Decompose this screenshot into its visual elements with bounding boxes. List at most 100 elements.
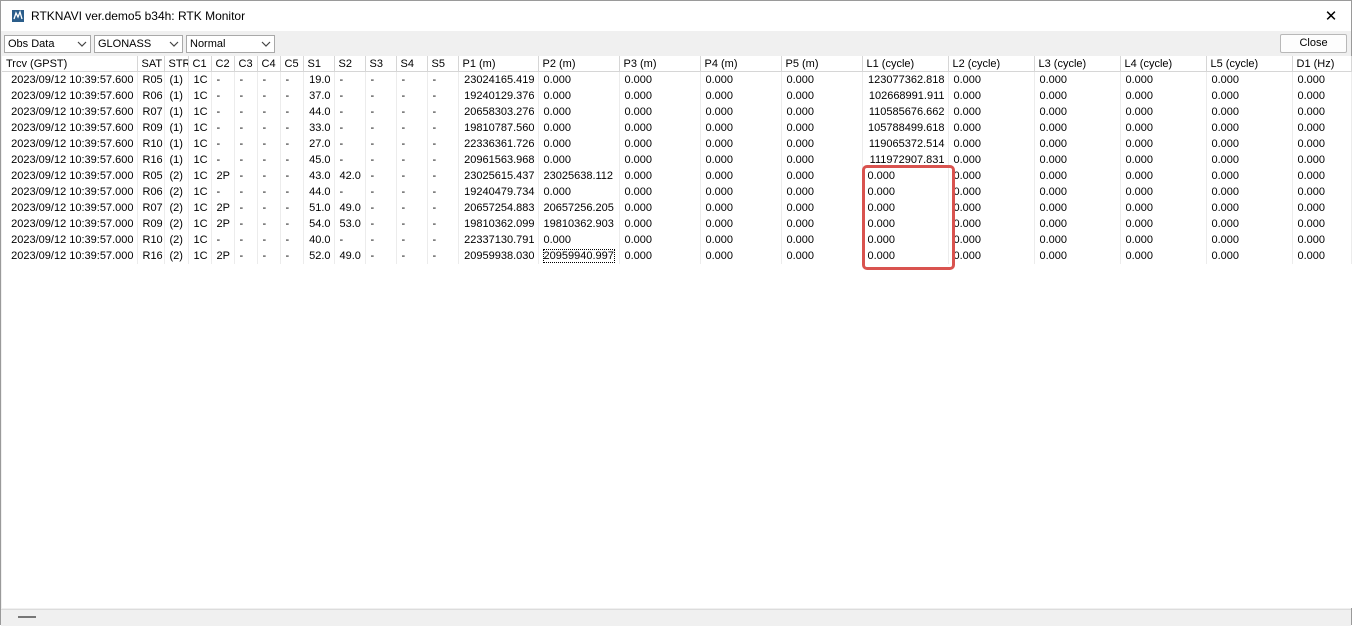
- column-header[interactable]: S2: [334, 56, 366, 72]
- table-cell: 23025615.437: [458, 168, 539, 184]
- table-cell: 0.000: [1292, 232, 1352, 248]
- table-cell: -: [280, 71, 304, 88]
- table-cell: -: [257, 200, 281, 216]
- table-cell: -: [365, 216, 397, 232]
- table-row[interactable]: 2023/09/12 10:39:57.600 R09 (1) 1C - - - -33.0-…: [2, 120, 1352, 136]
- table-cell: -: [427, 104, 459, 120]
- table-cell: 0.000: [1292, 216, 1352, 232]
- table-cell: 0.000: [1206, 88, 1293, 104]
- table-row[interactable]: 2023/09/12 10:39:57.600 R16 (1) 1C - - - -45.0-…: [2, 152, 1352, 168]
- table-cell: -: [257, 248, 281, 264]
- table-cell: 20961563.968: [458, 152, 539, 168]
- table-cell: 44.0: [303, 104, 335, 120]
- table-cell: 0.000: [948, 248, 1035, 264]
- table-cell: (1): [164, 88, 189, 104]
- column-header[interactable]: C5: [280, 56, 304, 72]
- column-header[interactable]: S5: [427, 56, 459, 72]
- table-cell: 0.000: [948, 200, 1035, 216]
- column-header[interactable]: L1 (cycle): [862, 56, 949, 72]
- table-cell: -: [280, 200, 304, 216]
- table-cell: 0.000: [1034, 232, 1121, 248]
- table-row[interactable]: 2023/09/12 10:39:57.000 R09 (2) 1C 2P - - -54.0…: [2, 216, 1352, 232]
- table-cell: 0.000: [700, 184, 782, 200]
- table-row[interactable]: 2023/09/12 10:39:57.000 R06 (2) 1C - - - -44.0-…: [2, 184, 1352, 200]
- table-cell: -: [427, 200, 459, 216]
- table-cell: 40.0: [303, 232, 335, 248]
- table-cell: 0.000: [1034, 88, 1121, 104]
- table-row[interactable]: 2023/09/12 10:39:57.000 R10 (2) 1C - - - -40.0-…: [2, 232, 1352, 248]
- table-cell: 2023/09/12 10:39:57.600: [2, 152, 138, 168]
- table-cell: -: [427, 248, 459, 264]
- column-header[interactable]: L4 (cycle): [1120, 56, 1207, 72]
- table-row[interactable]: 2023/09/12 10:39:57.600 R06 (1) 1C - - - -37.0-…: [2, 88, 1352, 104]
- column-header[interactable]: P4 (m): [700, 56, 782, 72]
- column-header[interactable]: L3 (cycle): [1034, 56, 1121, 72]
- table-cell: 0.000: [1206, 152, 1293, 168]
- table-cell: 0.000: [1206, 184, 1293, 200]
- table-cell: 0.000: [538, 152, 620, 168]
- table-row[interactable]: 2023/09/12 10:39:57.600 R07 (1) 1C - - - -44.0-…: [2, 104, 1352, 120]
- display-mode-select[interactable]: Normal: [186, 35, 275, 53]
- table-cell: R06: [137, 88, 165, 104]
- table-cell: -: [280, 88, 304, 104]
- table-cell: 0.000: [538, 136, 620, 152]
- table-cell: -: [396, 120, 428, 136]
- table-cell: -: [257, 168, 281, 184]
- display-mode-select-value: Normal: [190, 38, 226, 50]
- close-button[interactable]: Close: [1280, 34, 1347, 53]
- table-cell: (2): [164, 248, 189, 264]
- table-row[interactable]: 2023/09/12 10:39:57.600 R05 (1) 1C - - - -19.0-…: [2, 71, 1352, 88]
- column-header[interactable]: P3 (m): [619, 56, 701, 72]
- column-header[interactable]: STR: [164, 56, 189, 72]
- column-header[interactable]: C1: [188, 56, 212, 72]
- title-bar[interactable]: RTKNAVI ver.demo5 b34h: RTK Monitor ✕: [1, 1, 1351, 31]
- window-close-icon[interactable]: ✕: [1317, 4, 1345, 28]
- toolbar: Obs Data GLONASS Normal Close: [1, 32, 1351, 56]
- column-header[interactable]: C4: [257, 56, 281, 72]
- table-cell: -: [365, 200, 397, 216]
- table-cell: 0.000: [1292, 136, 1352, 152]
- table-cell: 0.000: [538, 232, 620, 248]
- table-row[interactable]: 2023/09/12 10:39:57.000 R07 (2) 1C 2P - - -51.0…: [2, 200, 1352, 216]
- table-cell: 0.000: [538, 184, 620, 200]
- table-cell: -: [365, 184, 397, 200]
- rtk-monitor-window: RTKNAVI ver.demo5 b34h: RTK Monitor ✕ Ob…: [0, 0, 1352, 626]
- table-cell: 0.000: [700, 88, 782, 104]
- table-cell: 0.000: [1120, 184, 1207, 200]
- column-header[interactable]: P1 (m): [458, 56, 539, 72]
- table-cell: -: [365, 232, 397, 248]
- satellite-system-select[interactable]: GLONASS: [94, 35, 183, 53]
- column-header[interactable]: C3: [234, 56, 258, 72]
- table-row[interactable]: 2023/09/12 10:39:57.600 R10 (1) 1C - - - -27.0-…: [2, 136, 1352, 152]
- column-header[interactable]: P2 (m): [538, 56, 620, 72]
- table-cell: 0.000: [538, 71, 620, 88]
- table-cell: 0.000: [700, 200, 782, 216]
- column-header[interactable]: S3: [365, 56, 397, 72]
- column-header[interactable]: S4: [396, 56, 428, 72]
- table-row[interactable]: 2023/09/12 10:39:57.000 R05 (2) 1C 2P - - -43.0…: [2, 168, 1352, 184]
- observation-data-grid[interactable]: Trcv (GPST)SATSTRC1C2C3C4C5S1S2S3S4S5P1 …: [2, 56, 1352, 608]
- column-header[interactable]: P5 (m): [781, 56, 863, 72]
- column-header[interactable]: Trcv (GPST): [2, 56, 138, 72]
- column-header[interactable]: C2: [211, 56, 235, 72]
- table-cell: 33.0: [303, 120, 335, 136]
- table-cell: 1C: [188, 88, 212, 104]
- table-cell: -: [280, 184, 304, 200]
- table-cell: 2P: [211, 216, 235, 232]
- table-cell: 0.000: [948, 88, 1035, 104]
- table-cell: 49.0: [334, 248, 366, 264]
- table-cell: 1C: [188, 216, 212, 232]
- column-header[interactable]: S1: [303, 56, 335, 72]
- data-type-select[interactable]: Obs Data: [4, 35, 91, 53]
- table-cell: 0.000: [948, 168, 1035, 184]
- table-cell: 0.000: [1292, 71, 1352, 88]
- table-cell: -: [280, 248, 304, 264]
- column-header[interactable]: L5 (cycle): [1206, 56, 1293, 72]
- chevron-down-icon: [77, 41, 87, 47]
- column-header[interactable]: L2 (cycle): [948, 56, 1035, 72]
- table-cell: 0.000: [1206, 200, 1293, 216]
- column-header[interactable]: SAT: [137, 56, 165, 72]
- table-row[interactable]: 2023/09/12 10:39:57.000 R16 (2) 1C 2P - - -52.0…: [2, 248, 1352, 264]
- column-header[interactable]: D1 (Hz): [1292, 56, 1352, 72]
- table-cell: 0.000: [700, 71, 782, 88]
